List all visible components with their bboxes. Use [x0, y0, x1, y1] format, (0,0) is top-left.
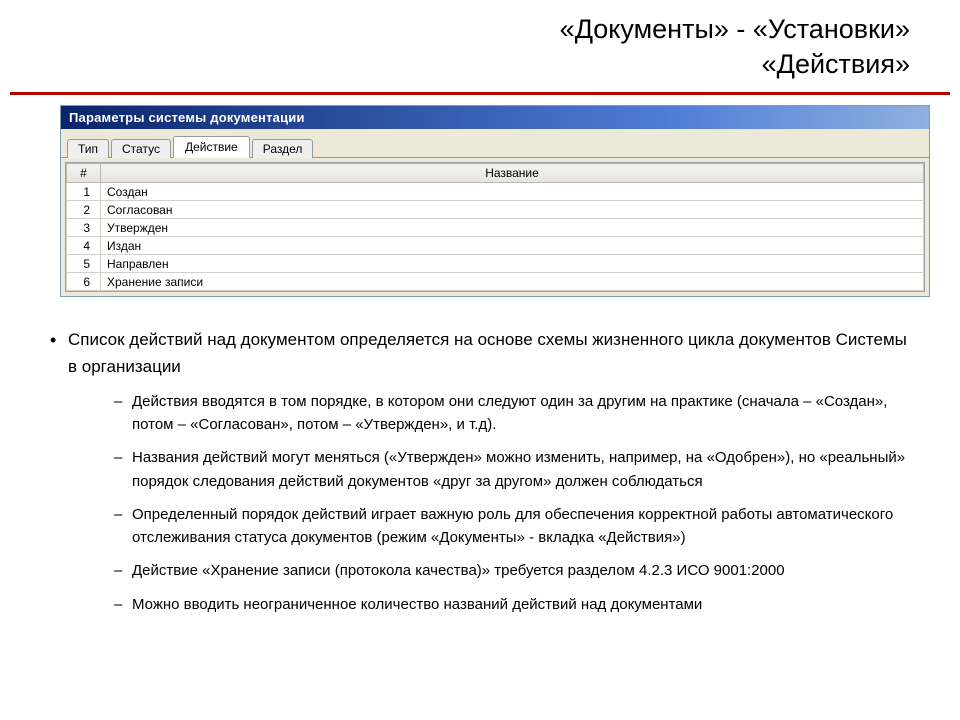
- table-row[interactable]: 5Направлен: [67, 255, 924, 273]
- sub-bullet: Определенный порядок действий играет важ…: [114, 503, 910, 550]
- title-underline: [10, 92, 950, 95]
- window-titlebar: Параметры системы документации: [61, 106, 929, 129]
- sub-bullet: Действия вводятся в том порядке, в котор…: [114, 390, 910, 437]
- actions-table: # Название 1Создан 2Согласован 3Утвержде…: [66, 163, 924, 291]
- sub-bullet: Названия действий могут меняться («Утвер…: [114, 446, 910, 493]
- sub-bullet-text: Можно вводить неограниченное количество …: [132, 596, 702, 613]
- tab-status[interactable]: Статус: [111, 139, 171, 158]
- slide-title-line1: «Документы» - «Установки»: [560, 14, 910, 44]
- bullet-text: Список действий над документом определяе…: [68, 330, 907, 375]
- row-name: Создан: [101, 183, 924, 201]
- col-header-name[interactable]: Название: [101, 164, 924, 183]
- row-name: Направлен: [101, 255, 924, 273]
- row-number: 3: [67, 219, 101, 237]
- row-number: 6: [67, 273, 101, 291]
- col-header-number[interactable]: #: [67, 164, 101, 183]
- row-name: Издан: [101, 237, 924, 255]
- row-number: 1: [67, 183, 101, 201]
- tab-label: Статус: [122, 142, 160, 156]
- sub-bullet: Можно вводить неограниченное количество …: [114, 593, 910, 616]
- row-name: Утвержден: [101, 219, 924, 237]
- bullet-main: Список действий над документом определяе…: [50, 327, 910, 616]
- tab-label: Действие: [185, 140, 238, 154]
- tab-action[interactable]: Действие: [173, 136, 250, 158]
- sub-bullet-text: Названия действий могут меняться («Утвер…: [132, 449, 905, 489]
- tab-bar: Тип Статус Действие Раздел: [61, 129, 929, 158]
- table-row[interactable]: 3Утвержден: [67, 219, 924, 237]
- sub-bullet-text: Действия вводятся в том порядке, в котор…: [132, 393, 887, 433]
- sub-bullet-text: Действие «Хранение записи (протокола кач…: [132, 562, 785, 579]
- table-row[interactable]: 6Хранение записи: [67, 273, 924, 291]
- row-number: 2: [67, 201, 101, 219]
- tab-section[interactable]: Раздел: [252, 139, 314, 158]
- slide-title-line2: «Действия»: [0, 47, 910, 82]
- table-row[interactable]: 4Издан: [67, 237, 924, 255]
- table-row[interactable]: 2Согласован: [67, 201, 924, 219]
- row-number: 5: [67, 255, 101, 273]
- row-name: Согласован: [101, 201, 924, 219]
- tab-type[interactable]: Тип: [67, 139, 109, 158]
- window-title-text: Параметры системы документации: [69, 110, 305, 125]
- settings-window: Параметры системы документации Тип Стату…: [60, 105, 930, 297]
- table-row[interactable]: 1Создан: [67, 183, 924, 201]
- sub-bullet-text: Определенный порядок действий играет важ…: [132, 506, 893, 546]
- row-name: Хранение записи: [101, 273, 924, 291]
- slide-body: Список действий над документом определяе…: [0, 297, 960, 616]
- actions-grid: # Название 1Создан 2Согласован 3Утвержде…: [65, 162, 925, 292]
- slide-title: «Документы» - «Установки» «Действия»: [0, 0, 960, 88]
- tab-label: Раздел: [263, 142, 303, 156]
- tab-label: Тип: [78, 142, 98, 156]
- row-number: 4: [67, 237, 101, 255]
- sub-bullet: Действие «Хранение записи (протокола кач…: [114, 559, 910, 582]
